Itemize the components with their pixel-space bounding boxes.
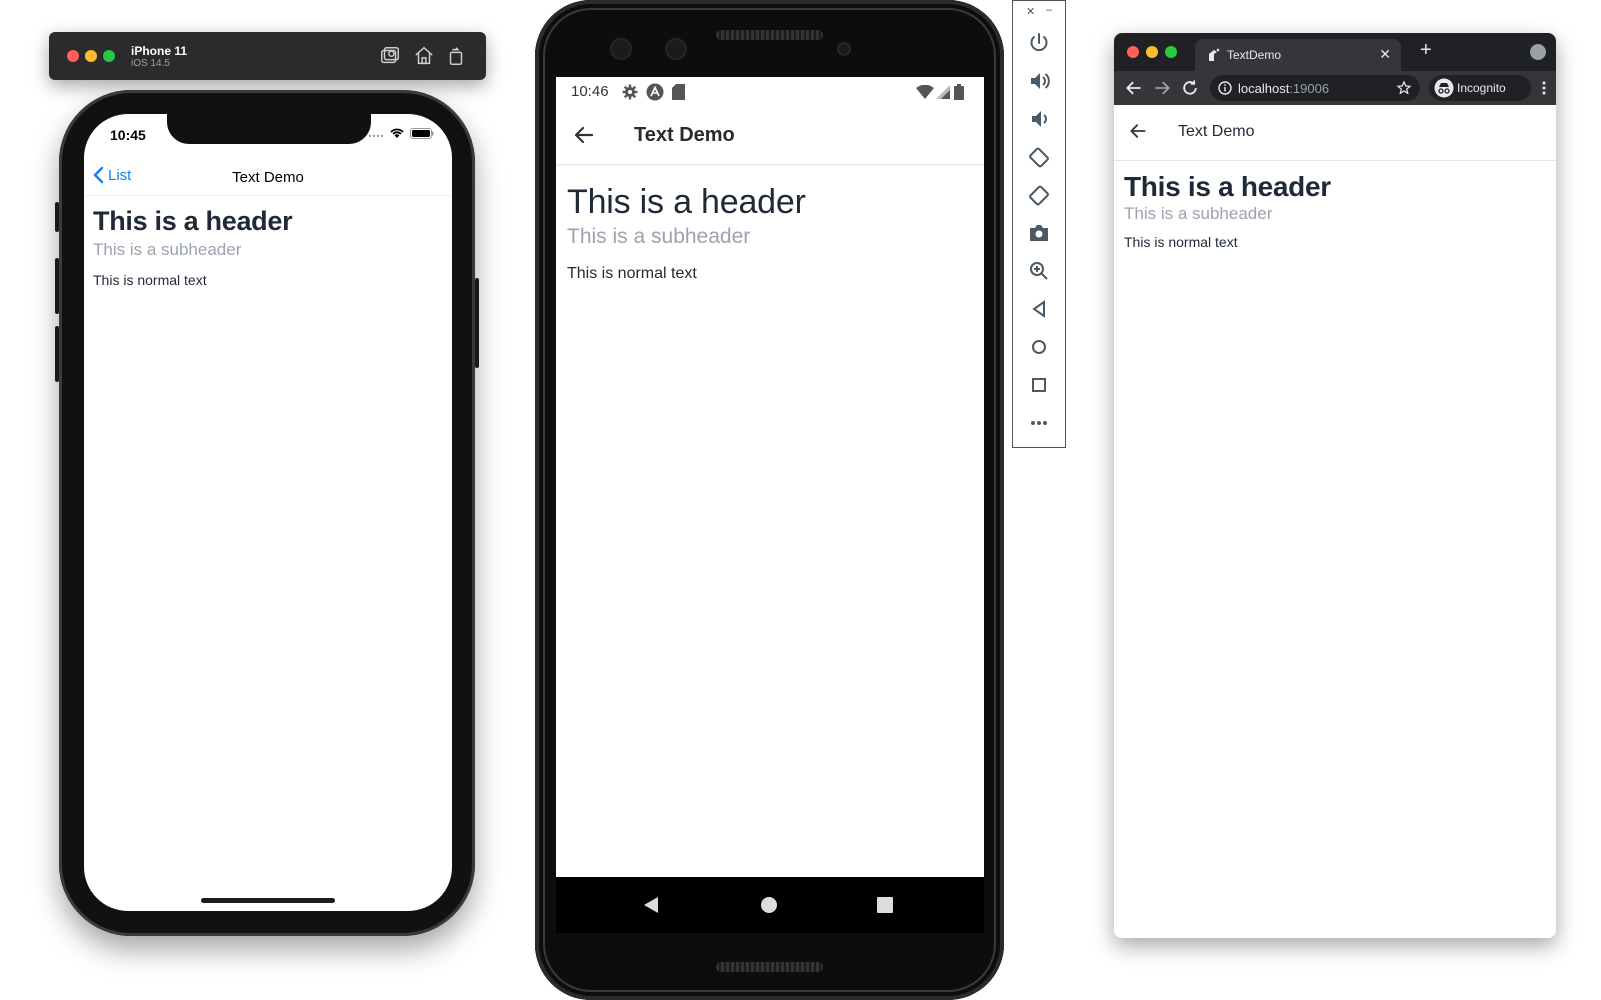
minimize-icon[interactable]: – — [1046, 4, 1052, 16]
rotate-right-icon[interactable] — [1027, 183, 1051, 207]
header-text: This is a header — [1124, 171, 1331, 202]
android-app-bar: Text Demo — [556, 107, 984, 165]
subheader-text: This is a subheader — [93, 240, 242, 259]
back-arrow-icon[interactable] — [1124, 78, 1144, 98]
front-camera — [665, 38, 687, 60]
top-speaker — [716, 30, 823, 40]
window-zoom-button[interactable] — [1165, 46, 1177, 58]
power-icon[interactable] — [1027, 31, 1051, 55]
volume-up-button — [55, 258, 59, 314]
normal-text: This is normal text — [93, 272, 207, 288]
ios-content: This is a header This is a subheader Thi… — [93, 206, 293, 288]
browser-tab[interactable]: TextDemo ✕ — [1195, 39, 1401, 71]
web-app-bar-title: Text Demo — [1178, 123, 1255, 140]
home-circle-icon[interactable] — [759, 895, 779, 915]
incognito-badge[interactable]: Incognito — [1429, 75, 1531, 101]
rotate-icon[interactable] — [445, 45, 467, 67]
subheader-text: This is a subheader — [1124, 204, 1273, 223]
volume-up-icon[interactable] — [1027, 69, 1051, 93]
kebab-menu-icon[interactable] — [1534, 78, 1546, 98]
ios-simulator-toolbar: iPhone 11 iOS 14.5 — [49, 32, 486, 80]
tab-search-icon[interactable] — [1530, 44, 1546, 60]
rotate-left-icon[interactable] — [1027, 145, 1051, 169]
a-circle-icon — [646, 83, 664, 101]
status-indicators — [368, 128, 434, 139]
battery-icon — [954, 84, 964, 100]
star-icon[interactable] — [1396, 80, 1412, 96]
back-icon[interactable] — [1027, 297, 1051, 321]
volume-down-button — [55, 326, 59, 382]
more-icon[interactable] — [1027, 411, 1051, 435]
os-version: iOS 14.5 — [131, 58, 170, 69]
normal-text: This is normal text — [567, 265, 697, 282]
battery-icon — [410, 128, 434, 139]
incognito-label: Incognito — [1457, 81, 1506, 95]
close-icon[interactable]: ✕ — [1026, 5, 1035, 18]
overview-icon[interactable] — [1027, 373, 1051, 397]
incognito-icon — [1434, 78, 1454, 98]
address-bar[interactable]: localhost:19006 — [1210, 75, 1420, 101]
signal-icon — [368, 134, 384, 137]
favicon-icon — [1209, 48, 1220, 61]
status-time: 10:46 — [571, 83, 609, 100]
ios-navigation-bar: List Text Demo — [84, 160, 452, 196]
reload-icon[interactable] — [1180, 78, 1200, 98]
forward-arrow-icon[interactable] — [1152, 78, 1172, 98]
tab-close-icon[interactable]: ✕ — [1379, 46, 1391, 63]
android-app-bar-title: Text Demo — [634, 124, 735, 146]
window-minimize-button[interactable] — [1146, 46, 1158, 58]
chrome-toolbar: localhost:19006 Incognito — [1114, 71, 1556, 105]
window-zoom-button[interactable] — [103, 50, 115, 62]
home-icon[interactable] — [413, 45, 435, 67]
chrome-tab-strip: TextDemo ✕ + — [1114, 33, 1556, 71]
wifi-icon — [390, 128, 404, 138]
front-sensor — [610, 38, 632, 60]
android-navigation-bar — [556, 877, 984, 933]
android-screen: 10:46 Text Demo This is a header This is… — [556, 77, 984, 933]
camera-icon[interactable] — [1027, 221, 1051, 245]
normal-text: This is normal text — [1124, 234, 1238, 250]
window-close-button[interactable] — [67, 50, 79, 62]
home-icon[interactable] — [1027, 335, 1051, 359]
signal-icon — [936, 85, 950, 99]
info-icon[interactable] — [1218, 81, 1232, 95]
status-time: 10:45 — [110, 127, 146, 143]
volume-down-icon[interactable] — [1027, 107, 1051, 131]
url-port: :19006 — [1289, 81, 1330, 96]
web-app-bar: Text Demo — [1114, 105, 1556, 161]
subheader-text: This is a subheader — [567, 225, 751, 248]
side-button — [475, 278, 479, 368]
arrow-left-icon[interactable] — [1128, 121, 1148, 141]
header-text: This is a header — [567, 183, 806, 221]
tab-title: TextDemo — [1227, 48, 1282, 62]
recents-square-icon[interactable] — [876, 895, 894, 915]
new-tab-icon[interactable]: + — [1420, 39, 1432, 62]
chrome-window: TextDemo ✕ + localhost:19006 Incognito T… — [1114, 33, 1556, 938]
screenshot-icon[interactable] — [379, 45, 401, 67]
web-page: Text Demo This is a header This is a sub… — [1114, 105, 1556, 938]
arrow-left-icon[interactable] — [572, 123, 596, 147]
wifi-icon — [916, 85, 934, 99]
home-indicator[interactable] — [201, 898, 335, 903]
proximity-sensor — [837, 42, 851, 56]
device-name: iPhone 11 — [131, 44, 188, 58]
bottom-speaker — [716, 962, 823, 972]
android-content: This is a header This is a subheader Thi… — [567, 183, 806, 283]
window-minimize-button[interactable] — [85, 50, 97, 62]
settings-icon — [622, 84, 638, 100]
sd-card-icon — [672, 84, 685, 100]
back-triangle-icon[interactable] — [642, 895, 660, 915]
window-close-button[interactable] — [1127, 46, 1139, 58]
url-text: localhost:19006 — [1238, 81, 1329, 96]
url-host: localhost — [1238, 81, 1290, 96]
ios-nav-title: Text Demo — [232, 169, 304, 186]
zoom-icon[interactable] — [1027, 259, 1051, 283]
iphone-screen: 10:45 List Text Demo This is a header Th… — [84, 114, 452, 911]
header-text: This is a header — [93, 206, 293, 236]
android-status-bar: 10:46 — [556, 77, 984, 107]
notch — [167, 114, 371, 144]
web-content: This is a header This is a subheader Thi… — [1124, 171, 1331, 250]
mute-switch — [55, 202, 59, 232]
emulator-control-panel: ✕ – — [1012, 0, 1066, 448]
